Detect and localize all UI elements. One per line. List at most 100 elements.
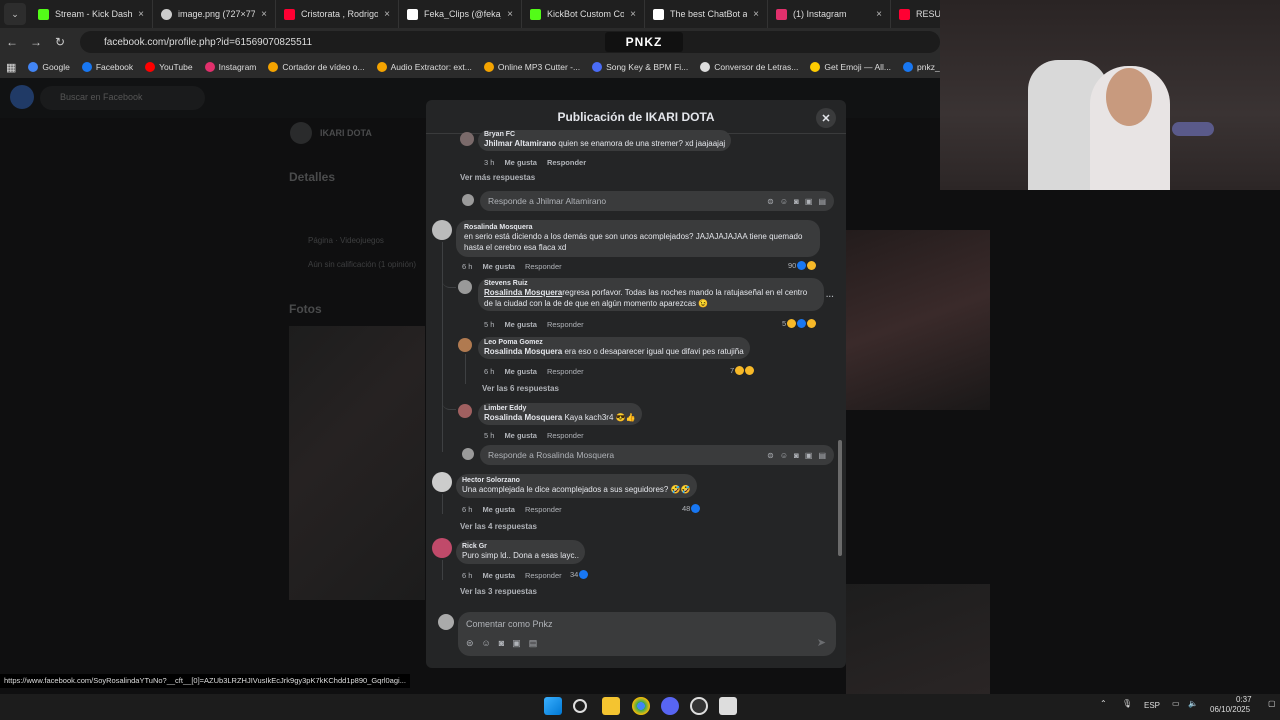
reply-button[interactable]: Responder: [547, 367, 584, 376]
reaction-count[interactable]: 34: [570, 570, 589, 579]
reply-input[interactable]: Responde a Jhilmar Altamirano ⊜ ☺ ◙ ▣ ▤: [480, 191, 834, 211]
comment-author[interactable]: Rosalinda Mosquera: [464, 224, 812, 231]
sticker-icon[interactable]: ⊜: [767, 197, 774, 206]
close-tab-icon[interactable]: ×: [384, 9, 390, 20]
bookmark-3[interactable]: Instagram: [204, 62, 256, 72]
windows-start-icon[interactable]: [544, 697, 562, 715]
close-tab-icon[interactable]: ×: [138, 9, 144, 20]
mention-link[interactable]: Jhilmar Altamirano: [484, 139, 556, 148]
gif-icon[interactable]: ▣: [805, 197, 813, 206]
avatar[interactable]: [458, 280, 472, 294]
bookmark-5[interactable]: Audio Extractor: ext...: [376, 62, 472, 72]
bookmark-2[interactable]: YouTube: [145, 62, 193, 72]
close-tab-icon[interactable]: ×: [261, 9, 267, 20]
language-indicator[interactable]: ESP: [1144, 701, 1160, 710]
reaction-count[interactable]: 90: [788, 261, 817, 270]
view-replies[interactable]: Ver las 4 respuestas: [460, 522, 537, 531]
microphone-icon[interactable]: 🎙: [1122, 699, 1132, 708]
modal-scrollbar[interactable]: [838, 440, 842, 556]
avatar[interactable]: [432, 538, 452, 558]
emoji-icon[interactable]: ☺: [780, 197, 788, 206]
close-modal-button[interactable]: ✕: [816, 108, 836, 128]
clock-time[interactable]: 0:37: [1236, 695, 1252, 704]
avatar[interactable]: [458, 404, 472, 418]
bookmark-4[interactable]: Cortador de vídeo o...: [268, 62, 365, 72]
search-icon[interactable]: [573, 699, 587, 713]
clock-date[interactable]: 06/10/2025: [1210, 705, 1250, 714]
avatar[interactable]: [460, 132, 474, 146]
reply-button[interactable]: Responder: [525, 571, 562, 580]
mention-link[interactable]: Rosalinda Mosquera: [484, 413, 562, 422]
comment-author[interactable]: Rick Gr: [462, 543, 579, 550]
comment-options-icon[interactable]: ···: [826, 292, 834, 301]
sticker-icon[interactable]: ⊜: [466, 638, 474, 649]
camera-icon[interactable]: ◙: [794, 451, 799, 460]
tab-0[interactable]: Stream - Kick Dashbo×: [30, 0, 153, 28]
discord-icon[interactable]: [661, 697, 679, 715]
comment-input[interactable]: Comentar como Pnkz ⊜ ☺ ◙ ▣ ▤ ➤: [458, 612, 836, 656]
file-icon[interactable]: ▤: [818, 197, 826, 206]
obs-icon[interactable]: [690, 697, 708, 715]
mention-link[interactable]: Rosalinda Mosquera: [484, 288, 562, 297]
reply-button[interactable]: Responder: [547, 158, 586, 167]
avatar[interactable]: [432, 220, 452, 240]
tab-2[interactable]: Cristorata , Rodrigo P×: [276, 0, 399, 28]
comment-author[interactable]: Stevens Ruiz: [484, 280, 818, 287]
close-tab-icon[interactable]: ×: [876, 9, 882, 20]
reply-button[interactable]: Responder: [547, 320, 584, 329]
bookmark-7[interactable]: Song Key & BPM Fi...: [592, 62, 688, 72]
view-replies[interactable]: Ver las 6 respuestas: [482, 384, 559, 393]
send-icon[interactable]: ➤: [817, 636, 826, 649]
tab-1[interactable]: image.png (727×774)×: [153, 0, 276, 28]
bookmark-1[interactable]: Facebook: [81, 62, 133, 72]
gif-icon[interactable]: ▣: [805, 451, 813, 460]
like-button[interactable]: Me gusta: [504, 320, 537, 329]
like-button[interactable]: Me gusta: [504, 367, 537, 376]
like-button[interactable]: Me gusta: [482, 571, 515, 580]
mention-link[interactable]: Rosalinda Mosquera: [484, 347, 562, 356]
like-button[interactable]: Me gusta: [482, 262, 515, 271]
emoji-icon[interactable]: ☺: [780, 451, 788, 460]
file-explorer-icon[interactable]: [602, 697, 620, 715]
url-input[interactable]: facebook.com/profile.php?id=615690708255…: [80, 31, 940, 53]
comment-author[interactable]: Hector Solorzano: [462, 477, 691, 484]
tab-3[interactable]: Feka_Clips (@feka_cli×: [399, 0, 522, 28]
chrome-icon[interactable]: [632, 697, 650, 715]
facebook-logo-icon[interactable]: [10, 85, 34, 109]
avatar[interactable]: [458, 338, 472, 352]
bookmark-0[interactable]: Google: [28, 62, 70, 72]
like-button[interactable]: Me gusta: [482, 505, 515, 514]
facebook-search-input[interactable]: Buscar en Facebook: [40, 86, 205, 110]
tab-search-button[interactable]: ⌄: [4, 3, 26, 25]
camera-icon[interactable]: ◙: [794, 197, 799, 206]
network-icon[interactable]: ▭: [1172, 699, 1180, 708]
back-icon[interactable]: ←: [0, 35, 24, 49]
volume-icon[interactable]: 🔈: [1188, 699, 1198, 708]
reply-button[interactable]: Responder: [525, 262, 562, 271]
like-button[interactable]: Me gusta: [504, 431, 537, 440]
tab-6[interactable]: (1) Instagram ×: [768, 0, 891, 28]
camera-icon[interactable]: ◙: [499, 638, 504, 649]
reaction-count[interactable]: 48: [682, 504, 701, 513]
reaction-count[interactable]: 5: [782, 319, 817, 328]
reply-button[interactable]: Responder: [525, 505, 562, 514]
notification-icon[interactable]: ▢: [1268, 699, 1276, 708]
comment-author[interactable]: Bryan FC: [484, 131, 725, 138]
comment-author[interactable]: Leo Poma Gomez: [484, 339, 744, 346]
reply-button[interactable]: Responder: [547, 431, 584, 440]
view-replies[interactable]: Ver las 3 respuestas: [460, 587, 537, 596]
bookmark-8[interactable]: Conversor de Letras...: [700, 62, 798, 72]
sticker-icon[interactable]: ⊜: [767, 451, 774, 460]
bookmark-6[interactable]: Online MP3 Cutter -...: [483, 62, 580, 72]
reply-input[interactable]: Responde a Rosalinda Mosquera ⊜ ☺ ◙ ▣ ▤: [480, 445, 834, 465]
close-tab-icon[interactable]: ×: [507, 9, 513, 20]
close-tab-icon[interactable]: ×: [630, 9, 636, 20]
tray-chevron-icon[interactable]: ⌃: [1100, 699, 1107, 708]
capture-icon[interactable]: [719, 697, 737, 715]
avatar[interactable]: [432, 472, 452, 492]
file-icon[interactable]: ▤: [818, 451, 826, 460]
reaction-count[interactable]: 7: [730, 366, 755, 375]
tab-5[interactable]: The best ChatBot an ×: [645, 0, 768, 28]
view-more-replies[interactable]: Ver más respuestas: [460, 173, 535, 182]
reload-icon[interactable]: ↻: [48, 35, 72, 49]
